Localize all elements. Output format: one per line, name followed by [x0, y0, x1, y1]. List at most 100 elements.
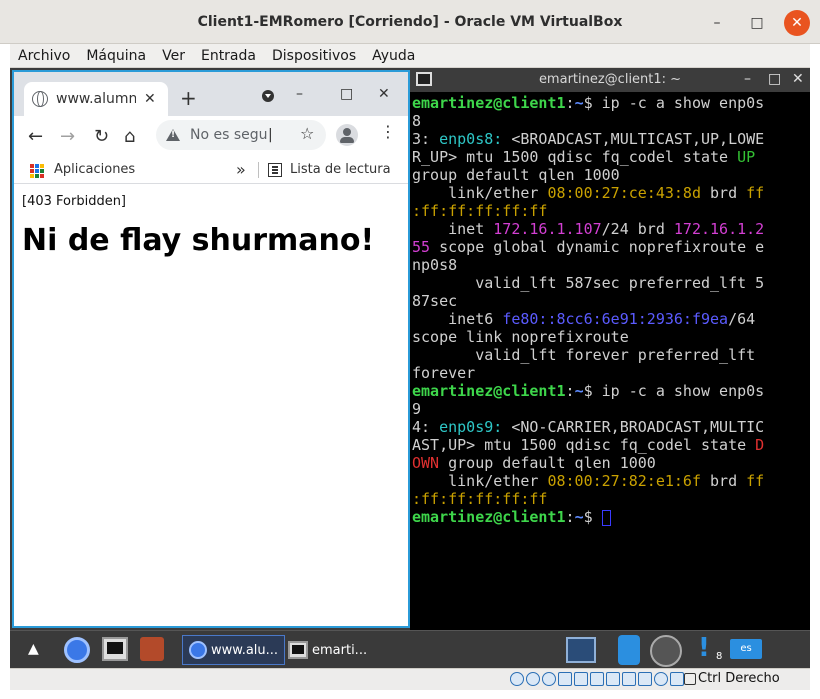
vbox-statusbar: Ctrl Derecho	[10, 668, 810, 690]
reading-list-button[interactable]: Lista de lectura	[290, 162, 391, 177]
terminal-line: 4: enp0s9: <NO-CARRIER,BROADCAST,MULTIC	[412, 418, 810, 436]
keyboard-icon[interactable]	[670, 672, 684, 686]
browser-tab[interactable]: www.alumn ✕	[24, 82, 168, 116]
warning-icon[interactable]	[166, 129, 180, 141]
terminal-line: R_UP> mtu 1500 qdisc fq_codel state UP	[412, 148, 810, 166]
terminal-text: inet	[412, 220, 494, 238]
network-monitor-icon[interactable]	[566, 637, 596, 663]
bookmark-star-icon[interactable]: ☆	[300, 124, 314, 143]
terminal-text: <BROADCAST,MULTICAST,UP,LOWE	[502, 130, 765, 148]
terminal-cursor	[601, 509, 611, 526]
maximize-button[interactable]: □	[744, 10, 770, 36]
bookmarks-divider	[258, 162, 259, 178]
terminal-maximize-button[interactable]: □	[768, 71, 781, 87]
close-button[interactable]: ✕	[784, 10, 810, 36]
menu-dispositivos[interactable]: Dispositivos	[264, 48, 364, 64]
home-button[interactable]: ⌂	[124, 126, 135, 147]
reload-button[interactable]: ↻	[94, 126, 109, 147]
browser-minimize-button[interactable]: –	[296, 86, 303, 102]
menu-archivo[interactable]: Archivo	[10, 48, 78, 64]
browser-toolbar: ← → ↻ ⌂ No es segu | ☆ ⋮	[14, 116, 408, 156]
terminal-text: valid_lft forever preferred_lft	[412, 346, 756, 364]
taskbar-item-terminal[interactable]: emarti...	[282, 635, 373, 665]
terminal-line: :ff:ff:ff:ff:ff	[412, 202, 810, 220]
hard-disk-icon[interactable]	[510, 672, 524, 686]
keyboard-layout-indicator[interactable]: es	[730, 639, 762, 659]
terminal-text: emartinez@client1	[412, 508, 566, 526]
host-key-icon	[684, 673, 696, 685]
terminal-minimize-button[interactable]: –	[744, 71, 751, 87]
show-panel-arrow-icon[interactable]: ▲	[28, 641, 39, 657]
chrome-launcher-icon[interactable]	[64, 637, 90, 663]
chrome-icon	[189, 641, 207, 659]
browser-window: www.alumn ✕ + – □ ✕ ← → ↻ ⌂ No es segu |…	[12, 70, 410, 628]
display-icon[interactable]	[606, 672, 620, 686]
terminal-line: :ff:ff:ff:ff:ff	[412, 490, 810, 508]
terminal-line: scope link noprefixroute	[412, 328, 810, 346]
cpu-icon[interactable]	[638, 672, 652, 686]
notifications-icon[interactable]: !	[698, 633, 710, 663]
terminal-line: AST,UP> mtu 1500 qdisc fq_codel state D	[412, 436, 810, 454]
terminal-text: /24 brd	[601, 220, 674, 238]
terminal-text: $ ip -c a show enp0s	[583, 382, 765, 400]
terminal-line: emartinez@client1:~$ ip -c a show enp0s	[412, 94, 810, 112]
page-heading: Ni de flay shurmano!	[22, 223, 375, 258]
network-adapter-icon[interactable]	[558, 672, 572, 686]
vbox-menubar: Archivo Máquina Ver Entrada Dispositivos…	[10, 44, 810, 68]
menu-ver[interactable]: Ver	[154, 48, 193, 64]
usb-icon[interactable]	[574, 672, 588, 686]
terminal-text: group default qlen 1000	[412, 166, 620, 184]
network-tool-launcher-icon[interactable]	[140, 637, 164, 661]
address-bar-text: No es segu	[190, 127, 268, 143]
browser-tabbar: www.alumn ✕ + – □ ✕	[14, 72, 408, 116]
terminal-text: fe80::8cc6:6e91:2936:f9ea	[502, 310, 729, 328]
terminal-output[interactable]: emartinez@client1:~$ ip -c a show enp0s 8…	[410, 92, 810, 526]
apps-grid-icon[interactable]	[30, 164, 44, 178]
terminal-text: 55	[412, 238, 431, 256]
terminal-line: 87sec	[412, 292, 810, 310]
address-bar-caret: |	[268, 127, 273, 143]
browser-menu-icon[interactable]: ⋮	[380, 124, 396, 140]
terminal-text: brd	[701, 472, 747, 490]
tab-close-button[interactable]: ✕	[144, 91, 156, 107]
new-tab-button[interactable]: +	[180, 86, 197, 110]
terminal-line: 8	[412, 112, 810, 130]
terminal-line: 3: enp0s8: <BROADCAST,MULTICAST,UP,LOWE	[412, 130, 810, 148]
profile-icon[interactable]	[336, 124, 358, 146]
reading-list-icon[interactable]	[268, 163, 282, 177]
terminal-text: 172.16.1.2	[673, 220, 765, 238]
guest-display[interactable]: www.alumn ✕ + – □ ✕ ← → ↻ ⌂ No es segu |…	[10, 68, 810, 630]
terminal-text: $ ip -c a show enp0s	[583, 94, 765, 112]
forward-button[interactable]: →	[60, 126, 75, 147]
terminal-line: forever	[412, 364, 810, 382]
terminal-text: ~	[574, 94, 584, 112]
browser-maximize-button[interactable]: □	[340, 86, 353, 102]
audio-icon[interactable]	[542, 672, 556, 686]
tab-search-icon[interactable]	[262, 90, 274, 102]
menu-entrada[interactable]: Entrada	[193, 48, 264, 64]
taskbar-item-browser[interactable]: www.alu...	[182, 635, 286, 665]
clipboard-icon[interactable]	[618, 635, 640, 665]
terminal-text: 87sec	[412, 292, 458, 310]
terminal-text: 4:	[412, 418, 440, 436]
bookmark-apps[interactable]: Aplicaciones	[54, 162, 135, 177]
terminal-text: 8	[412, 112, 422, 130]
terminal-text: inet6	[412, 310, 503, 328]
volume-icon[interactable]	[650, 635, 682, 667]
bookmarks-overflow-button[interactable]: »	[236, 160, 246, 179]
menu-maquina[interactable]: Máquina	[78, 48, 154, 64]
terminal-text: 172.16.1.107	[493, 220, 602, 238]
terminal-text: 08:00:27:ce:43:8d	[547, 184, 701, 202]
back-button[interactable]: ←	[28, 126, 43, 147]
optical-drive-icon[interactable]	[526, 672, 540, 686]
menu-ayuda[interactable]: Ayuda	[364, 48, 423, 64]
video-capture-icon[interactable]	[622, 672, 636, 686]
browser-close-button[interactable]: ✕	[378, 86, 390, 102]
minimize-button[interactable]: –	[704, 10, 730, 36]
terminal-text: 08:00:27:82:e1:6f	[547, 472, 701, 490]
mouse-integration-icon[interactable]	[654, 672, 668, 686]
terminal-launcher-icon[interactable]	[102, 637, 128, 661]
shared-folders-icon[interactable]	[590, 672, 604, 686]
terminal-close-button[interactable]: ✕	[792, 71, 804, 87]
terminal-line: emartinez@client1:~$	[412, 508, 810, 526]
